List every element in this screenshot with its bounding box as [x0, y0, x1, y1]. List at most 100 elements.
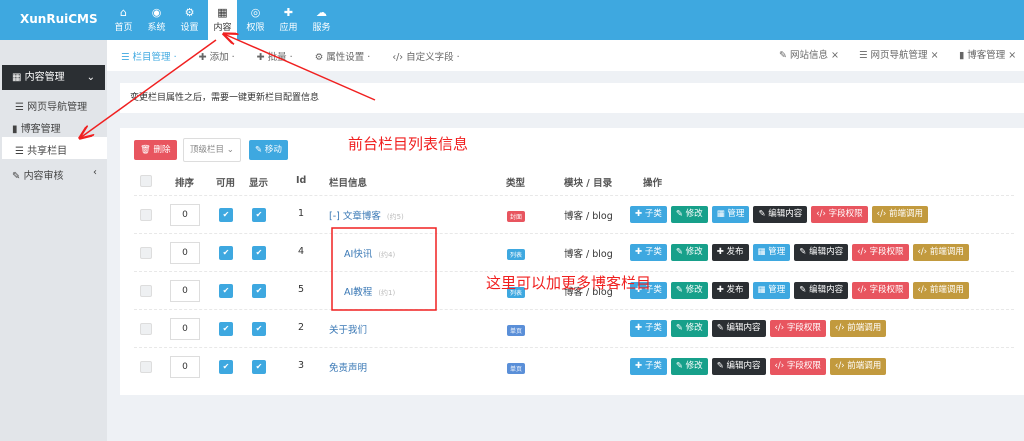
row-checkbox[interactable] — [140, 209, 152, 221]
op-button[interactable]: ✎ 编辑内容 — [711, 358, 766, 375]
op-button[interactable]: ✎ 修改 — [670, 206, 708, 223]
sidebar-item-nav[interactable]: ☰ 网页导航管理 — [15, 98, 87, 113]
tab-custom-fields[interactable]: ‹/› 自定义字段 · — [392, 49, 459, 63]
visible-checkbox[interactable]: ✔ — [252, 284, 266, 298]
parent-select[interactable]: 顶级栏目 ⌄ — [183, 138, 241, 162]
label: 子类 — [644, 209, 662, 219]
op-button[interactable]: ‹/› 字段权限 — [852, 244, 909, 261]
op-button[interactable]: ✎ 编辑内容 — [794, 244, 849, 261]
table-row: 0 ✔ ✔ 2 关于我们 单页 ✚ 子类 ✎ 修改 ✎ 编辑内容 ‹/› 字段权限 ‹/… — [134, 309, 1014, 347]
tab-blog-manage[interactable]: ▮ 博客管理 × — [959, 40, 1016, 71]
sidebar-item-blog[interactable]: ▮ 博客管理 — [12, 120, 61, 135]
move-button[interactable]: ✎ 移动 — [249, 140, 288, 160]
op-button[interactable]: ✚ 发布 — [711, 244, 749, 261]
label: 字段权限 — [786, 323, 821, 333]
tab-add[interactable]: ✚ 添加 · — [199, 49, 235, 63]
type-badge: 单页 — [507, 325, 526, 336]
tab-nav-manage[interactable]: ☰ 网页导航管理 × — [859, 40, 939, 71]
op-button[interactable]: ✎ 编辑内容 — [753, 206, 808, 223]
op-button[interactable]: ‹/› 前端调用 — [912, 244, 969, 261]
tab-column-manage[interactable]: ☰ 栏目管理 · — [121, 49, 177, 63]
tab-attributes[interactable]: ⚙ 属性设置 · — [315, 49, 371, 63]
sidebar-group-content[interactable]: ▦ 内容管理 ⌄ — [2, 65, 105, 90]
sidebar-item-review[interactable]: ✎ 内容审核 ‹ — [12, 167, 97, 182]
label: 栏目管理 — [132, 51, 171, 63]
nav-item-gears[interactable]: ⚙ 设置 — [173, 0, 206, 40]
label: 字段权限 — [828, 209, 863, 219]
column-name-link[interactable]: [-] 文章博客 — [329, 211, 381, 222]
enabled-checkbox[interactable]: ✔ — [219, 322, 233, 336]
op-button[interactable]: ‹/› 字段权限 — [769, 320, 826, 337]
id-cell: 3 — [298, 360, 305, 371]
op-button[interactable]: ✚ 子类 — [630, 206, 667, 223]
nav-item-cloud[interactable]: ☁ 服务 — [305, 0, 338, 40]
op-button[interactable]: ‹/› 字段权限 — [769, 358, 826, 375]
op-button[interactable]: ✎ 编辑内容 — [794, 282, 849, 299]
op-button[interactable]: ✎ 修改 — [670, 320, 708, 337]
tab-site-info[interactable]: ✎ 网站信息 × — [779, 40, 839, 71]
sort-input[interactable]: 0 — [170, 280, 200, 302]
label: 修改 — [685, 285, 703, 295]
column-name-link[interactable]: AI快讯 — [344, 249, 372, 260]
visible-checkbox[interactable]: ✔ — [252, 246, 266, 260]
row-checkbox[interactable] — [140, 323, 152, 335]
nav-item-home[interactable]: ⌂ 首页 — [107, 0, 140, 40]
sort-input[interactable]: 0 — [170, 318, 200, 340]
type-badge: 列表 — [507, 249, 526, 260]
visible-checkbox[interactable]: ✔ — [252, 360, 266, 374]
op-button[interactable]: ✚ 发布 — [711, 282, 749, 299]
op-button[interactable]: ▦ 管理 — [752, 244, 791, 261]
label: 前端调用 — [929, 285, 964, 295]
op-button[interactable]: ✚ 子类 — [630, 244, 667, 261]
label: 共享栏目 — [27, 146, 68, 157]
label: 管理 — [768, 247, 786, 257]
label: 网页导航管理 — [27, 102, 88, 113]
label: 内容审核 — [23, 171, 64, 182]
label: 内容 — [213, 23, 232, 33]
op-button[interactable]: ▦ 管理 — [752, 282, 791, 299]
op-button[interactable]: ✎ 修改 — [670, 282, 708, 299]
visible-checkbox[interactable]: ✔ — [252, 322, 266, 336]
row-checkbox[interactable] — [140, 361, 152, 373]
op-button[interactable]: ✎ 编辑内容 — [711, 320, 766, 337]
column-name-link[interactable]: 关于我们 — [329, 325, 367, 336]
sort-input[interactable]: 0 — [170, 204, 200, 226]
op-button[interactable]: ▦ 管理 — [711, 206, 750, 223]
op-button[interactable]: ‹/› 前端调用 — [829, 358, 887, 375]
sidebar-item-shared[interactable]: ☰ 共享栏目 — [2, 137, 107, 159]
nav-item-user[interactable]: ◎ 权限 — [239, 0, 272, 40]
op-button[interactable]: ‹/› 字段权限 — [811, 206, 868, 223]
column-name-link[interactable]: AI教程 — [344, 287, 372, 298]
op-button[interactable]: ‹/› 前端调用 — [871, 206, 929, 223]
row-checkbox[interactable] — [140, 285, 152, 297]
label: 批量 — [267, 51, 287, 63]
op-button[interactable]: ‹/› 字段权限 — [852, 282, 909, 299]
select-all-checkbox[interactable] — [140, 175, 152, 187]
sort-input[interactable]: 0 — [170, 242, 200, 264]
visible-checkbox[interactable]: ✔ — [252, 208, 266, 222]
column-name-cell: AI教程 (约1) — [344, 284, 395, 298]
op-button[interactable]: ‹/› 前端调用 — [912, 282, 969, 299]
op-button[interactable]: ✚ 子类 — [630, 358, 667, 375]
column-header: 显示 — [249, 178, 269, 189]
sort-input[interactable]: 0 — [170, 356, 200, 378]
enabled-checkbox[interactable]: ✔ — [219, 360, 233, 374]
row-checkbox[interactable] — [140, 247, 152, 259]
nav-item-puzzle[interactable]: ✚ 应用 — [272, 0, 305, 40]
op-button[interactable]: ‹/› 前端调用 — [829, 320, 887, 337]
column-name-link[interactable]: 免责声明 — [329, 363, 367, 374]
op-button[interactable]: ✎ 修改 — [670, 244, 708, 261]
enabled-checkbox[interactable]: ✔ — [219, 246, 233, 260]
op-button[interactable]: ✚ 子类 — [630, 320, 667, 337]
delete-button[interactable]: 🗑 删除 — [134, 140, 177, 160]
label: 修改 — [685, 361, 703, 371]
enabled-checkbox[interactable]: ✔ — [219, 284, 233, 298]
op-button[interactable]: ✎ 修改 — [670, 358, 708, 375]
nav-item-grid[interactable]: ▦ 内容 — [208, 0, 237, 40]
tab-batch[interactable]: ✚ 批量 · — [257, 49, 293, 63]
enabled-checkbox[interactable]: ✔ — [219, 208, 233, 222]
annotation-note: 这里可以加更多博客栏目 — [486, 274, 652, 292]
label: 首页 — [114, 23, 133, 33]
nav-item-globe[interactable]: ◉ 系统 — [140, 0, 173, 40]
id-cell: 1 — [298, 208, 305, 219]
